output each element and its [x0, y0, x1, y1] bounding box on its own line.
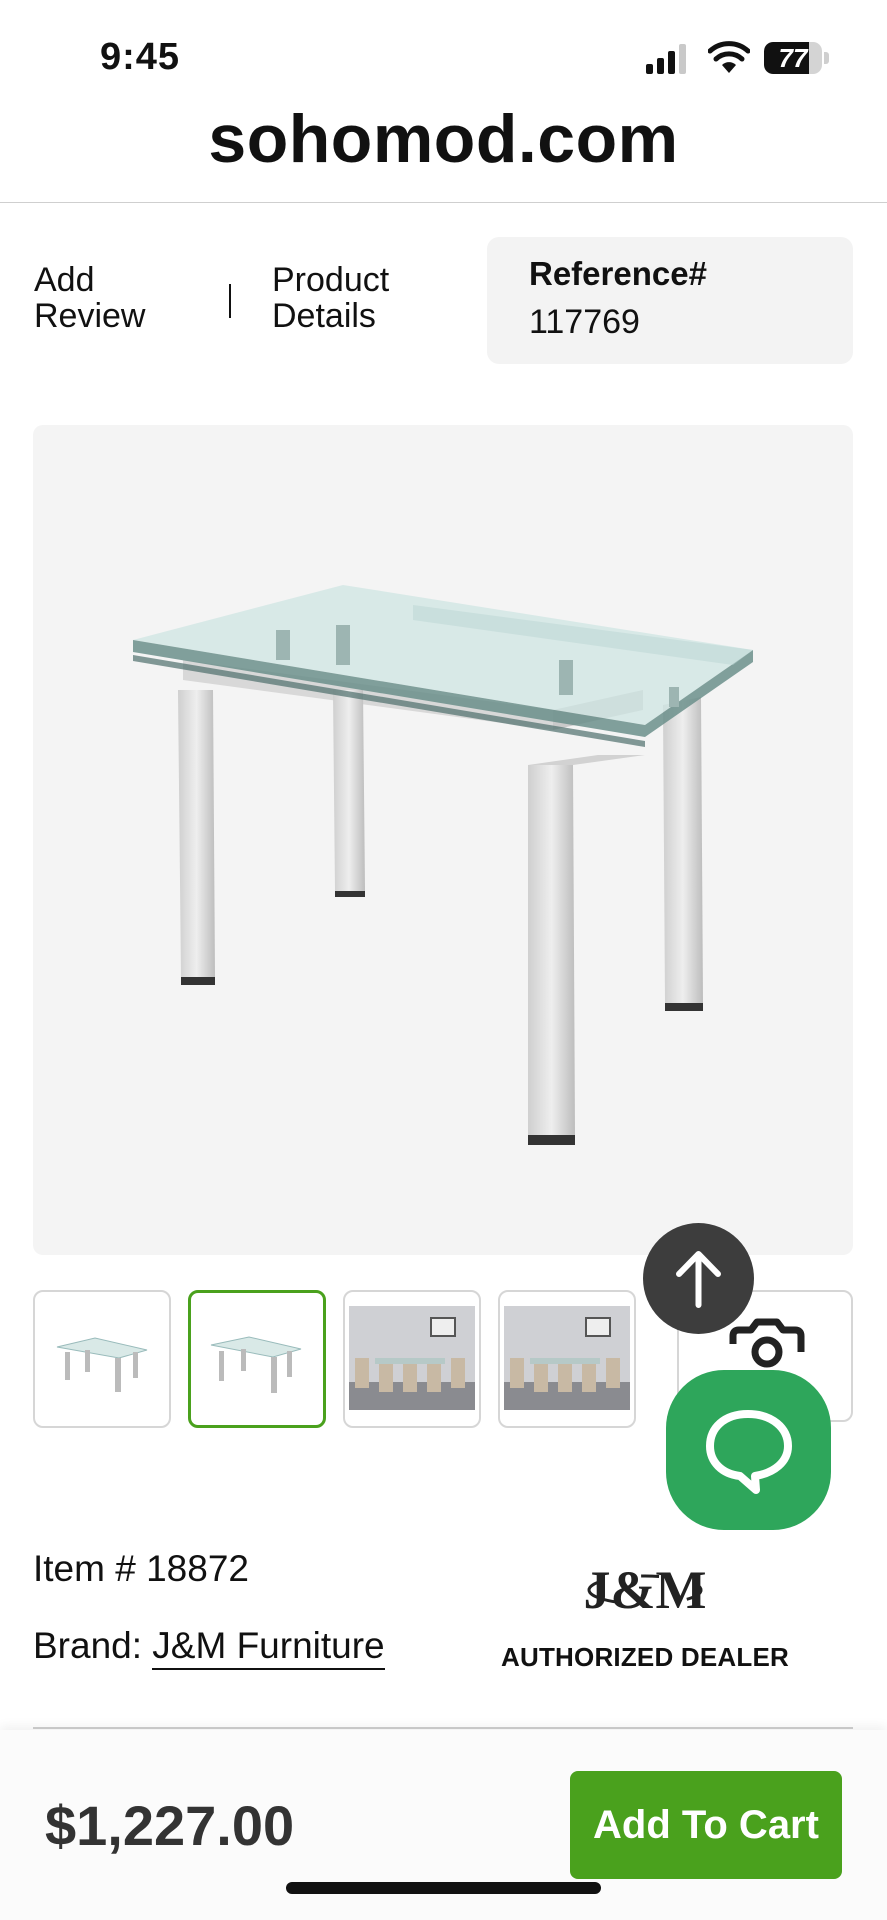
cart-bar: $1,227.00 Add To Cart — [0, 1730, 887, 1920]
battery-level: 77 — [778, 43, 808, 73]
price: $1,227.00 — [45, 1794, 295, 1857]
cellular-signal-icon — [646, 44, 686, 74]
reference-value: 117769 — [529, 303, 640, 341]
status-bar: 9:45 77 — [0, 0, 887, 100]
arrow-up-icon — [676, 1251, 721, 1308]
divider — [0, 202, 887, 203]
dining-room-thumbnail-image — [504, 1306, 630, 1410]
reference-box: Reference# 117769 — [487, 237, 853, 364]
divider — [33, 1727, 853, 1729]
table-thumbnail-image — [56, 1337, 148, 1392]
product-details-link[interactable]: Product Details — [272, 262, 432, 334]
brand-link[interactable]: J&M Furniture — [152, 1625, 385, 1670]
scroll-to-top-button[interactable] — [643, 1223, 754, 1334]
jm-furniture-logo: J&M — [585, 1558, 705, 1620]
chat-bubble-icon — [706, 1410, 792, 1494]
glass-table-image — [133, 585, 753, 1145]
link-separator — [229, 284, 231, 318]
status-time: 9:45 — [100, 36, 181, 78]
site-domain[interactable]: sohomod.com — [0, 100, 887, 178]
add-review-link[interactable]: Add Review — [34, 262, 184, 334]
brand-line: Brand: J&M Furniture — [33, 1625, 385, 1670]
thumbnail-table-1[interactable] — [33, 1290, 171, 1428]
home-indicator — [286, 1882, 601, 1894]
reference-label: Reference# — [529, 255, 707, 292]
table-thumbnail-image — [210, 1336, 302, 1393]
battery-icon: 77 — [764, 42, 829, 74]
dining-room-thumbnail-image — [349, 1306, 475, 1410]
thumbnail-dining-room-1[interactable] — [343, 1290, 481, 1428]
brand-label: Brand: — [33, 1625, 143, 1666]
main-product-image[interactable] — [33, 425, 853, 1255]
chat-button[interactable] — [666, 1370, 831, 1530]
thumbnail-dining-room-2[interactable] — [498, 1290, 636, 1428]
authorized-dealer-text: AUTHORIZED DEALER — [501, 1642, 789, 1672]
thumbnail-table-2[interactable] — [188, 1290, 326, 1428]
item-number: Item # 18872 — [33, 1548, 249, 1589]
wifi-icon — [708, 41, 750, 73]
svg-text:J&M: J&M — [585, 1560, 705, 1620]
add-to-cart-button[interactable]: Add To Cart — [570, 1771, 842, 1879]
